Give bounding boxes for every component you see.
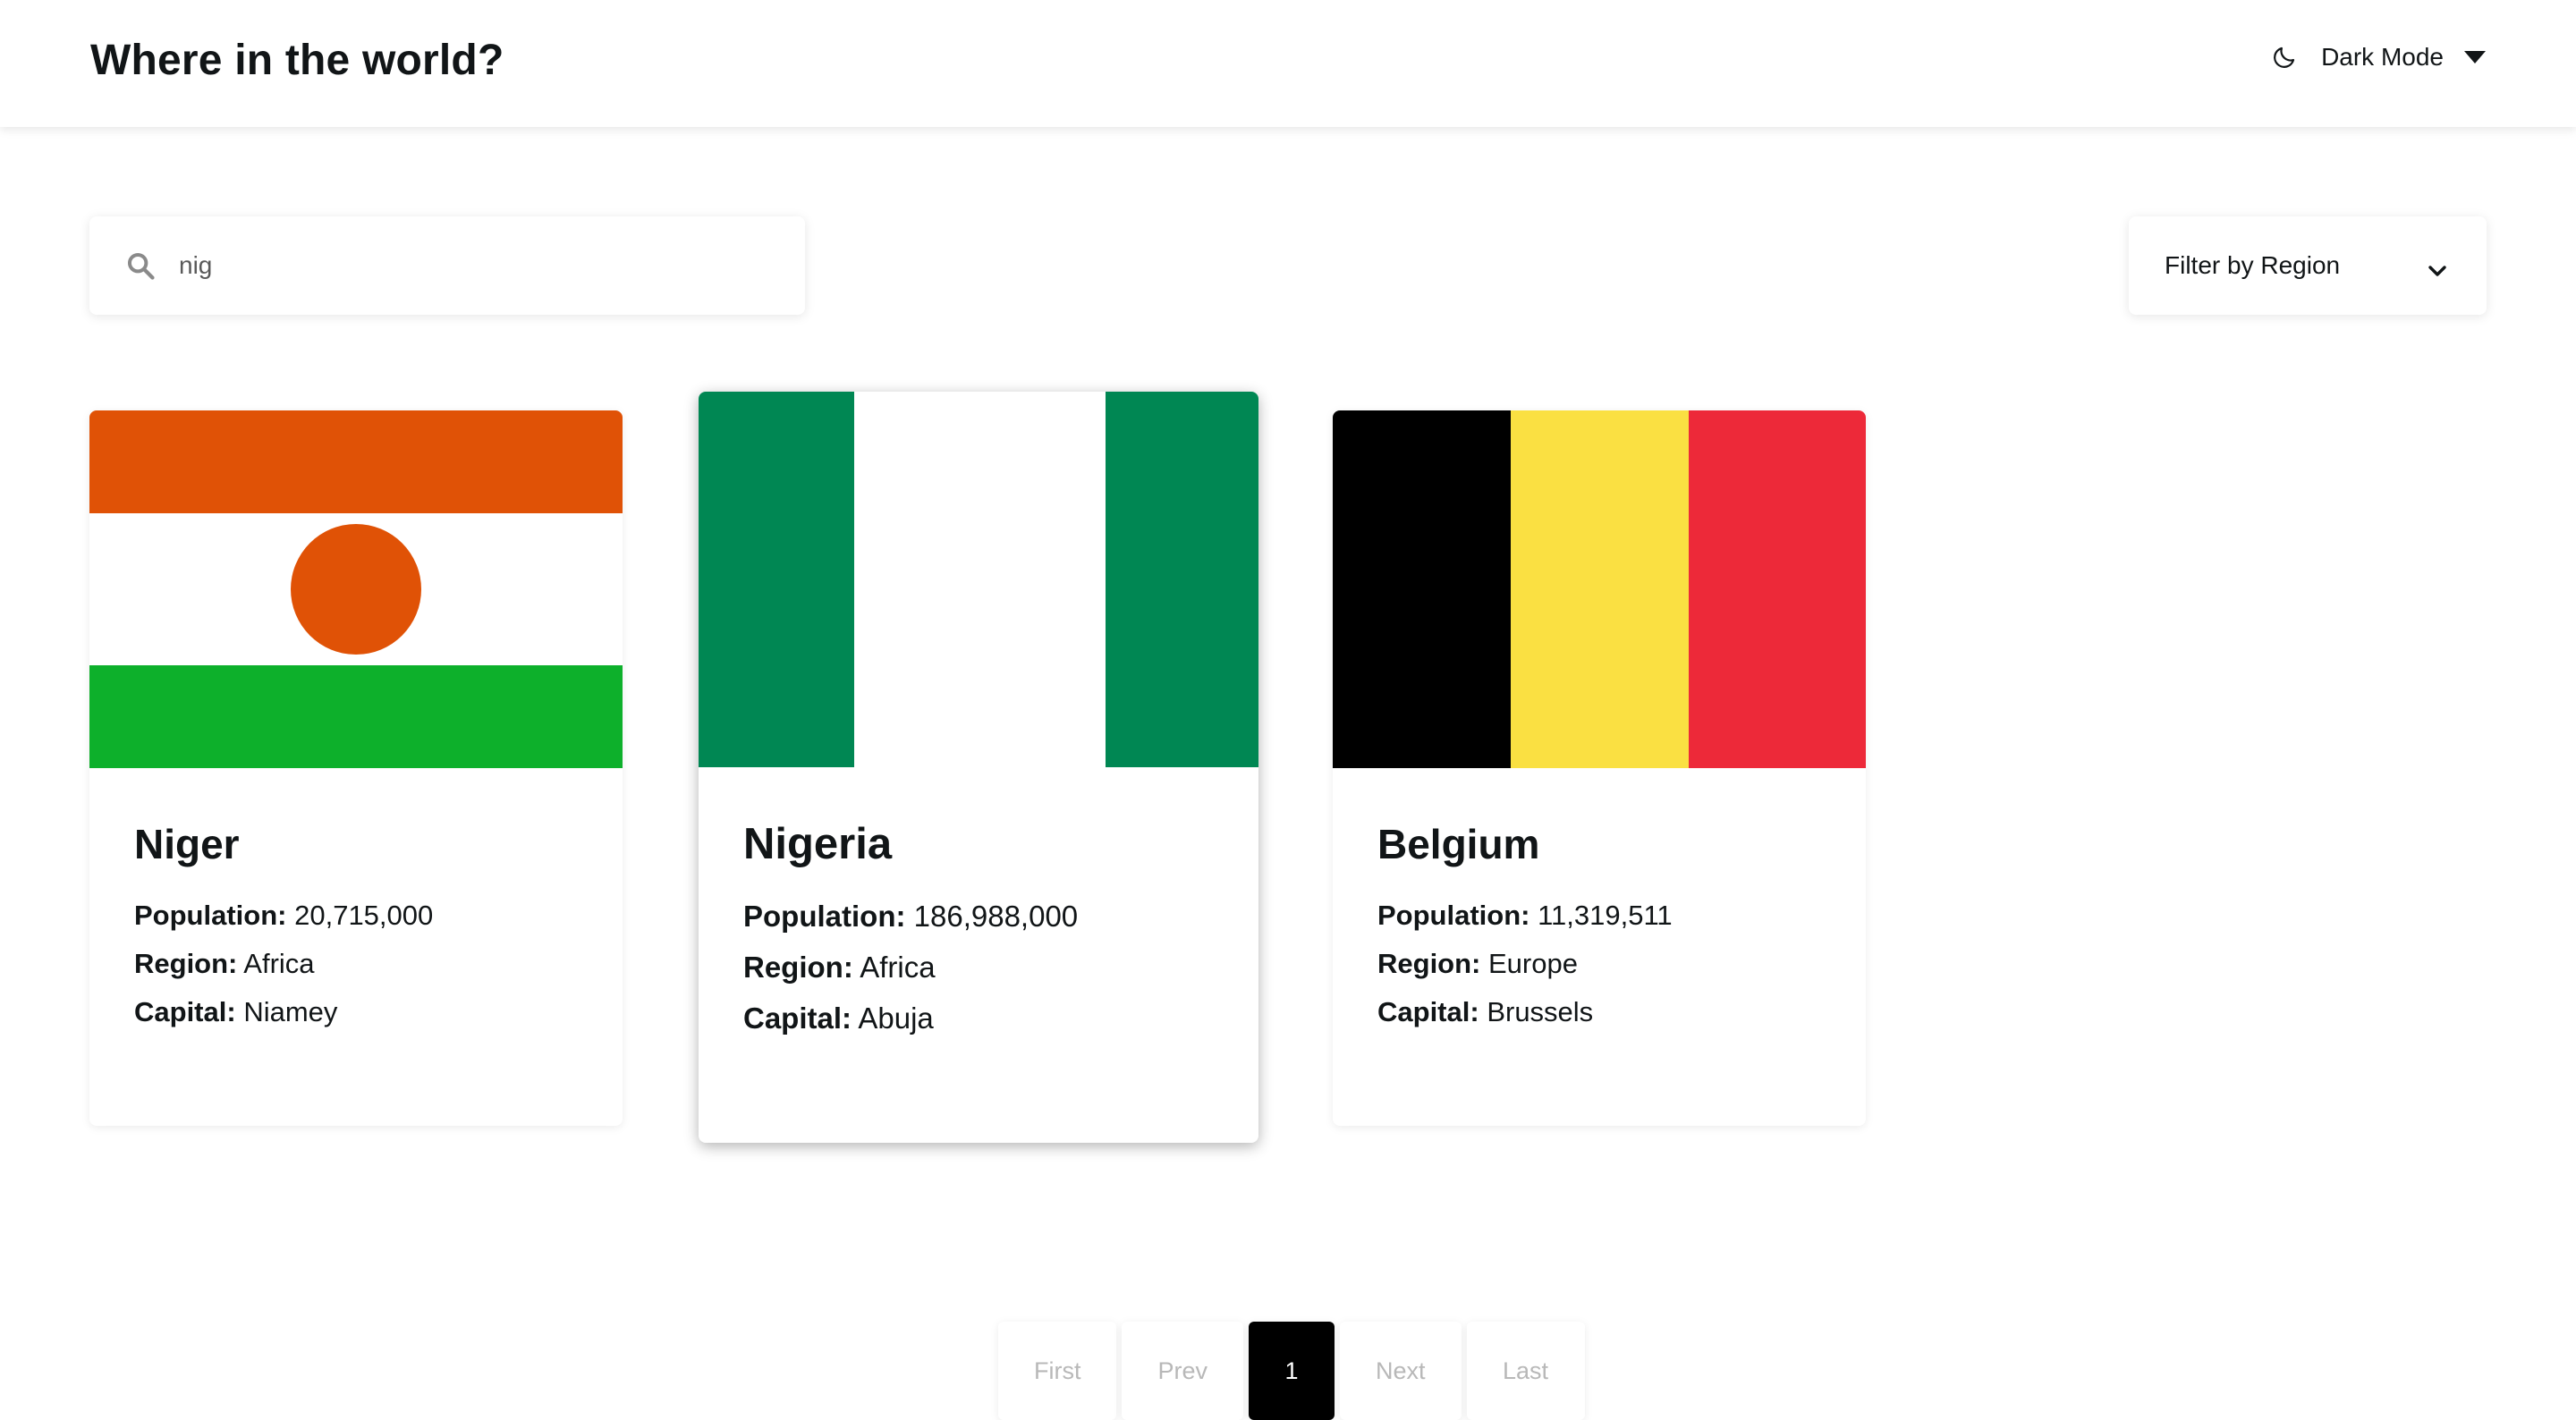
flag-belgium <box>1333 410 1866 768</box>
caret-down-icon <box>2464 51 2486 63</box>
population-value: 20,715,000 <box>294 900 434 931</box>
flag-band <box>699 392 854 767</box>
flag-band <box>89 410 623 513</box>
dark-mode-label: Dark Mode <box>2321 43 2444 71</box>
capital-value: Niamey <box>243 996 338 1027</box>
flag-sun <box>291 524 421 655</box>
search-input[interactable] <box>179 251 751 280</box>
dark-mode-toggle[interactable]: Dark Mode <box>2271 39 2487 75</box>
app-header: Where in the world? Dark Mode <box>0 0 2576 127</box>
flag-band <box>854 392 1106 767</box>
population-value: 186,988,000 <box>913 900 1079 933</box>
moon-icon <box>2274 46 2295 68</box>
country-name: Niger <box>134 821 240 867</box>
capital-row: Capital: Niamey <box>134 996 338 1027</box>
country-name: Belgium <box>1377 821 1540 867</box>
country-card-niger[interactable]: Niger Population: 20,715,000 Region: Afr… <box>89 410 623 1126</box>
region-filter-dropdown[interactable]: Filter by Region <box>2129 216 2487 315</box>
next-page-button[interactable]: Next <box>1340 1322 1462 1420</box>
region-value: Africa <box>243 948 315 979</box>
current-page-button[interactable]: 1 <box>1249 1322 1335 1420</box>
region-row: Region: Europe <box>1377 948 1578 979</box>
search-icon <box>127 252 155 280</box>
flag-band <box>1689 410 1866 768</box>
population-row: Population: 20,715,000 <box>134 900 434 931</box>
region-row: Region: Africa <box>743 951 936 984</box>
region-value: Europe <box>1488 948 1578 979</box>
flag-nigeria <box>699 392 1258 767</box>
flag-band <box>1511 410 1689 768</box>
capital-value: Abuja <box>858 1002 934 1035</box>
flag-band <box>89 665 623 768</box>
first-page-button[interactable]: First <box>998 1322 1117 1420</box>
population-row: Population: 186,988,000 <box>743 900 1079 933</box>
search-box <box>89 216 805 315</box>
pagination: First Prev 1 Next Last <box>998 1322 1585 1420</box>
country-card-belgium[interactable]: Belgium Population: 11,319,511 Region: E… <box>1333 410 1866 1126</box>
capital-row: Capital: Abuja <box>743 1002 934 1035</box>
country-card-nigeria[interactable]: Nigeria Population: 186,988,000 Region: … <box>699 392 1258 1143</box>
population-value: 11,319,511 <box>1538 900 1673 931</box>
app-title: Where in the world? <box>90 37 504 84</box>
flag-band <box>1333 410 1511 768</box>
capital-row: Capital: Brussels <box>1377 996 1594 1027</box>
country-name: Nigeria <box>743 820 893 868</box>
last-page-button[interactable]: Last <box>1466 1322 1585 1420</box>
region-row: Region: Africa <box>134 948 315 979</box>
chevron-down-icon <box>2428 266 2446 276</box>
population-row: Population: 11,319,511 <box>1377 900 1673 931</box>
prev-page-button[interactable]: Prev <box>1122 1322 1244 1420</box>
capital-value: Brussels <box>1487 996 1594 1027</box>
region-value: Africa <box>860 951 936 984</box>
flag-band <box>1106 392 1258 767</box>
flag-niger <box>89 410 623 768</box>
region-filter-label: Filter by Region <box>2165 251 2341 279</box>
